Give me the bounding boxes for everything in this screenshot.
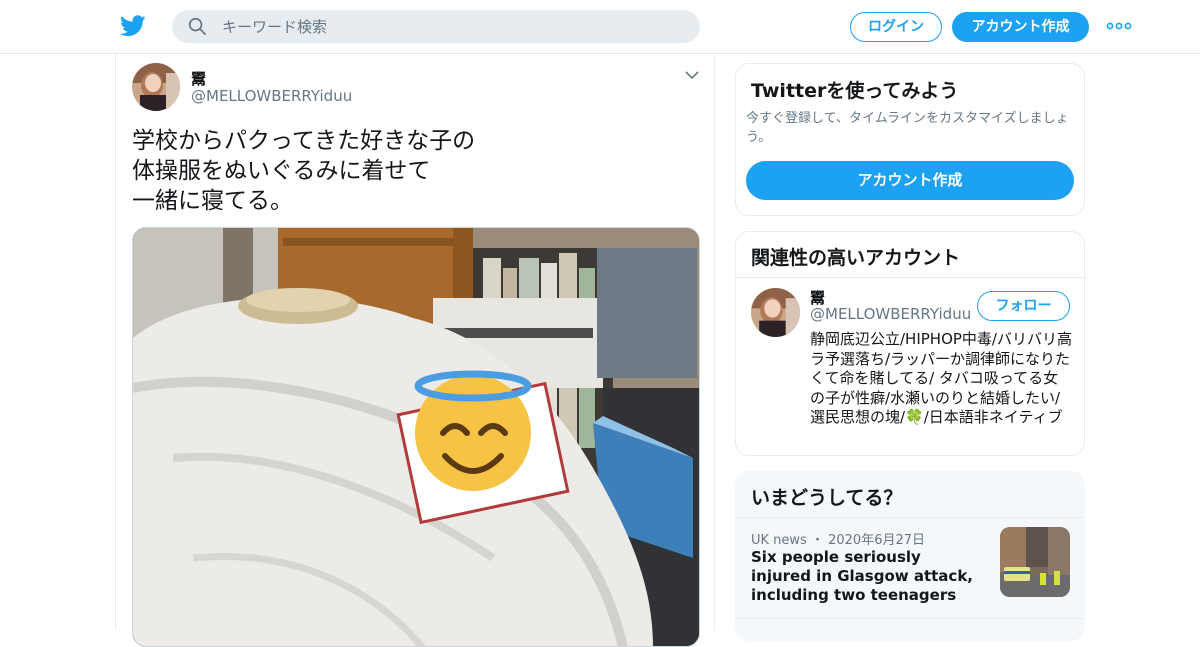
news-date: 2020年6月27日 [828,533,926,548]
avatar[interactable] [132,63,180,111]
login-button[interactable]: ログイン [850,12,942,42]
avatar[interactable] [751,288,800,337]
avatar-image [751,288,800,337]
divider [736,618,1084,619]
chevron-down-icon[interactable] [684,69,700,81]
signup-button[interactable]: アカウント作成 [952,12,1089,42]
follow-button[interactable]: フォロー [977,291,1070,321]
tweet-card: 鬻 @MELLOWBERRYiduu 学校からパクってきた好きな子の 体操服をぬ… [115,54,715,647]
tweet-text-line: 学校からパクってきた好きな子の [132,128,476,154]
avatar-image [132,63,180,111]
news-source: UK news [751,533,807,548]
news-item[interactable]: UK news ・ 2020年6月27日 Six people seriousl… [736,518,1084,618]
tweet-photo[interactable] [132,227,700,647]
news-headline[interactable]: Six people seriously injured in Glasgow … [751,548,981,605]
related-accounts-card: 関連性の高いアカウント 鬻 @MELLOWBERRYiduu フォロー 静岡底辺… [735,231,1085,456]
signup-card: Twitterを使ってみよう 今すぐ登録して、タイムラインをカスタマイズしましょ… [735,63,1085,216]
tweet-text-line: 一緒に寝てる。 [132,188,293,214]
related-accounts-title: 関連性の高いアカウント [751,247,961,269]
more-options-icon[interactable] [1106,16,1132,36]
signup-card-title: Twitterを使ってみよう [751,80,959,102]
tweet-text-line: 体操服をぬいぐるみに着せて [132,158,431,184]
account-handle[interactable]: @MELLOWBERRYiduu [810,305,971,323]
create-account-button[interactable]: アカウント作成 [746,161,1074,200]
tweet-photo-image [133,228,699,646]
search-input[interactable] [222,10,682,43]
news-thumbnail[interactable] [1000,527,1070,597]
whats-happening-header: いまどうしてる？ [736,472,1084,518]
whats-happening-card: いまどうしてる？ UK news ・ 2020年6月27日 Six people… [735,471,1085,641]
twitter-bird-icon[interactable] [120,14,146,38]
whats-happening-title: いまどうしてる？ [751,487,903,509]
author-name[interactable]: 鬻 [191,68,206,89]
author-handle[interactable]: @MELLOWBERRYiduu [191,87,352,105]
signup-card-description: 今すぐ登録して、タイムラインをカスタマイズしましょう。 [746,111,1069,145]
top-bar: ログイン アカウント作成 [0,0,1200,54]
news-meta: UK news ・ 2020年6月27日 [751,529,925,548]
tweet-text: 学校からパクってきた好きな子の 体操服をぬいぐるみに着せて 一緒に寝てる。 [132,126,692,216]
news-separator: ・ [810,533,829,548]
search-icon [188,17,206,35]
news-thumbnail-image [1000,527,1070,597]
related-accounts-header: 関連性の高いアカウント [736,232,1084,278]
account-bio: 静岡底辺公立/HIPHOP中毒/バリバリ高ラ予選落ち/ラッパーか調律師になりたく… [810,330,1072,426]
search-bar[interactable] [172,10,700,43]
